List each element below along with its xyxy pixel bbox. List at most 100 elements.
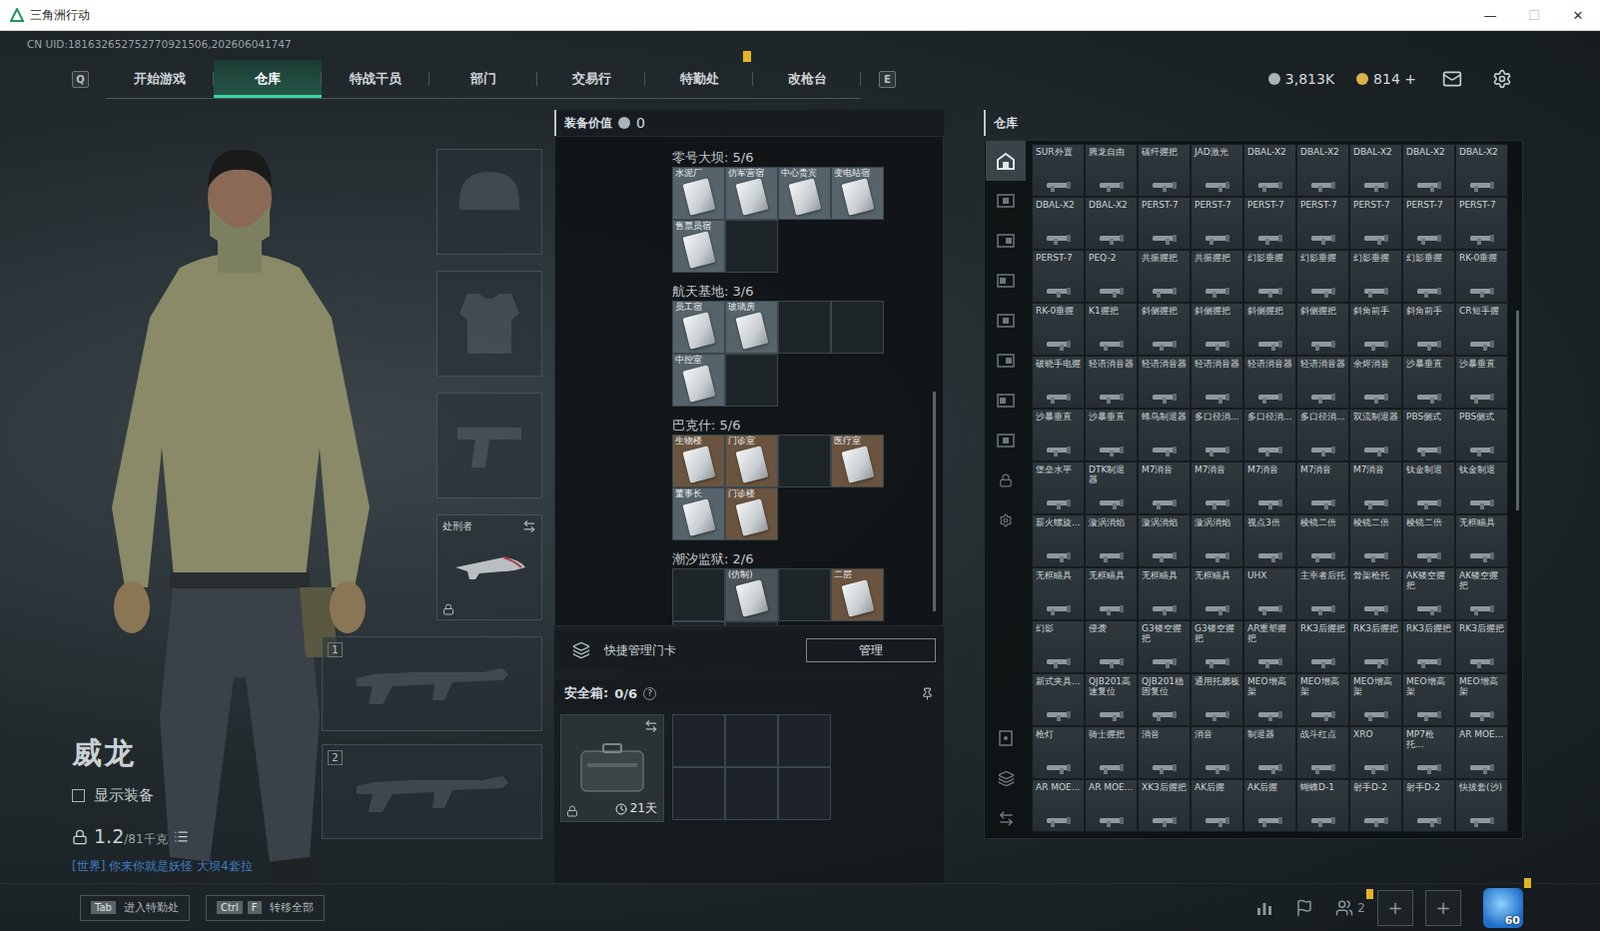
keycard-slot[interactable]: 董事长 — [672, 487, 726, 541]
item-cell[interactable]: XK3后握把 — [1137, 779, 1191, 832]
item-cell[interactable]: CR短手握 — [1455, 302, 1509, 356]
nav-tab[interactable]: 开始游戏 — [105, 59, 214, 98]
item-cell[interactable]: 消音 — [1137, 726, 1191, 780]
sidebar-item[interactable] — [985, 140, 1026, 181]
item-cell[interactable]: PERST-7 — [1243, 196, 1297, 250]
item-cell[interactable]: PEQ-2 — [1084, 249, 1138, 303]
scrollbar[interactable] — [1516, 310, 1520, 511]
item-cell[interactable]: DBAL-X2 — [1349, 143, 1403, 197]
item-cell[interactable]: 新式夹具... — [1031, 673, 1085, 727]
item-cell[interactable]: 沙暴垂直 — [1031, 408, 1085, 462]
item-cell[interactable]: PBS侧式 — [1402, 408, 1456, 462]
safe-box-slot[interactable] — [725, 714, 779, 768]
item-cell[interactable]: 幻影 — [1031, 620, 1085, 674]
item-cell[interactable]: PERST-7 — [1455, 196, 1509, 250]
item-cell[interactable]: AK后握 — [1190, 779, 1244, 832]
item-cell[interactable]: 制退器 — [1243, 726, 1297, 780]
item-cell[interactable]: 轻语消音器 — [1084, 355, 1138, 409]
sidebar-item[interactable] — [985, 300, 1026, 341]
sidebar-item[interactable] — [985, 500, 1026, 541]
item-cell[interactable]: MEO增高架 — [1296, 673, 1350, 727]
item-cell[interactable]: PERST-7 — [1137, 196, 1191, 250]
item-cell[interactable]: 棱镜二倍 — [1349, 514, 1403, 568]
item-cell[interactable]: 幻影垂握 — [1243, 249, 1297, 303]
item-cell[interactable]: 轻语消音器 — [1137, 355, 1191, 409]
item-cell[interactable]: DBAL-X2 — [1402, 143, 1456, 197]
keycard-slot[interactable]: 门诊楼 — [725, 487, 779, 541]
item-cell[interactable]: K1握把 — [1084, 302, 1138, 356]
item-cell[interactable]: 快拔套(沙) — [1455, 779, 1509, 832]
manage-button[interactable]: 管理 — [805, 638, 936, 663]
keycard-slot[interactable]: 售票员宿 — [672, 219, 726, 273]
pin-icon[interactable] — [920, 687, 934, 701]
keycard-slot[interactable] — [778, 300, 831, 354]
safe-box-slot[interactable] — [672, 714, 726, 768]
settings-button[interactable] — [1488, 64, 1517, 93]
item-cell[interactable]: 共振握把 — [1137, 249, 1191, 303]
item-cell[interactable]: PERST-7 — [1190, 196, 1244, 250]
item-cell[interactable]: RK-0垂握 — [1031, 302, 1085, 356]
safe-box-slot[interactable] — [672, 767, 726, 820]
keycard-slot[interactable]: 水泥厂 — [672, 166, 726, 220]
invite-slot[interactable]: + — [1377, 889, 1414, 926]
item-cell[interactable]: AR MOE... — [1084, 779, 1138, 832]
item-cell[interactable]: 碳纤握把 — [1137, 143, 1191, 197]
item-cell[interactable]: 主宰者后托 — [1296, 567, 1350, 621]
item-cell[interactable]: 幻影垂握 — [1296, 249, 1350, 303]
sidebar-item[interactable] — [985, 380, 1026, 421]
safe-box-slot[interactable] — [778, 767, 831, 820]
item-cell[interactable]: MP7枪托... — [1402, 726, 1456, 780]
item-cell[interactable]: 战斗红点 — [1296, 726, 1350, 780]
item-cell[interactable]: DBAL-X2 — [1084, 196, 1138, 250]
item-cell[interactable]: 轻语消音器 — [1243, 355, 1297, 409]
item-cell[interactable]: 无框瞄具 — [1084, 567, 1138, 621]
item-cell[interactable]: 无框瞄具 — [1455, 514, 1509, 568]
item-cell[interactable]: 漩涡消焰 — [1084, 514, 1138, 568]
list-icon[interactable] — [173, 828, 189, 844]
gear-icon[interactable] — [1492, 68, 1513, 89]
item-cell[interactable]: 消音 — [1190, 726, 1244, 780]
keycard-slot[interactable]: (仿制) — [725, 568, 779, 622]
keycard-slot[interactable] — [672, 621, 726, 627]
melee-slot[interactable]: 处刑者 — [436, 514, 543, 621]
item-cell[interactable]: RK-0垂握 — [1455, 249, 1509, 303]
item-cell[interactable]: JAD激光 — [1190, 143, 1244, 197]
swap-icon[interactable] — [644, 719, 659, 734]
item-cell[interactable]: DBAL-X2 — [1243, 143, 1297, 197]
item-cell[interactable]: AR MOE... — [1031, 779, 1085, 832]
item-cell[interactable]: 漩涡消焰 — [1190, 514, 1244, 568]
item-cell[interactable]: 视点3倍 — [1243, 514, 1297, 568]
item-cell[interactable]: PBS侧式 — [1455, 408, 1509, 462]
item-cell[interactable]: QJB201稳固复位 — [1137, 673, 1191, 727]
safe-box-slot[interactable] — [778, 714, 831, 768]
item-cell[interactable]: 堡垒水平 — [1031, 461, 1085, 515]
sidebar-tool[interactable] — [985, 718, 1026, 759]
item-cell[interactable]: 余烬消音 — [1349, 355, 1403, 409]
sidebar-item[interactable] — [985, 220, 1026, 261]
hotkey-button[interactable]: CtrlF转移全部 — [205, 894, 325, 921]
nav-tab[interactable]: 部门 — [429, 59, 538, 98]
item-cell[interactable]: 双流制退器 — [1349, 408, 1403, 462]
nav-tab[interactable]: 改枪台 — [753, 59, 861, 98]
hotkey-button[interactable]: Tab进入特勤处 — [79, 894, 190, 921]
item-cell[interactable]: M7消音 — [1137, 461, 1191, 515]
keycard-slot[interactable]: 门诊室 — [725, 434, 779, 488]
item-cell[interactable]: XRO — [1349, 726, 1403, 780]
safe-box-slot[interactable] — [725, 767, 779, 820]
sidebar-tool[interactable] — [985, 798, 1026, 838]
item-cell[interactable]: G3镂空握把 — [1190, 620, 1244, 674]
item-cell[interactable]: MEO增高架 — [1455, 673, 1509, 727]
item-cell[interactable]: PERST-7 — [1031, 249, 1085, 303]
item-cell[interactable]: MEO增高架 — [1402, 673, 1456, 727]
item-cell[interactable]: 斜侧握把 — [1190, 302, 1244, 356]
currency-item[interactable]: 3,813K — [1268, 70, 1335, 87]
item-cell[interactable]: DBAL-X2 — [1031, 196, 1085, 250]
chat-message[interactable]: [世界] 你来你就是妖怪 大坝4套拉 — [71, 857, 320, 875]
keycard-slot[interactable] — [725, 621, 779, 627]
item-cell[interactable]: 侵袭 — [1084, 620, 1138, 674]
item-cell[interactable]: AK镂空握把 — [1455, 567, 1509, 621]
sidebar-item[interactable] — [985, 460, 1026, 501]
nav-tab[interactable]: 交易行 — [537, 59, 646, 98]
item-cell[interactable]: DTK制退器 — [1084, 461, 1138, 515]
keycard-slot[interactable] — [672, 568, 726, 622]
